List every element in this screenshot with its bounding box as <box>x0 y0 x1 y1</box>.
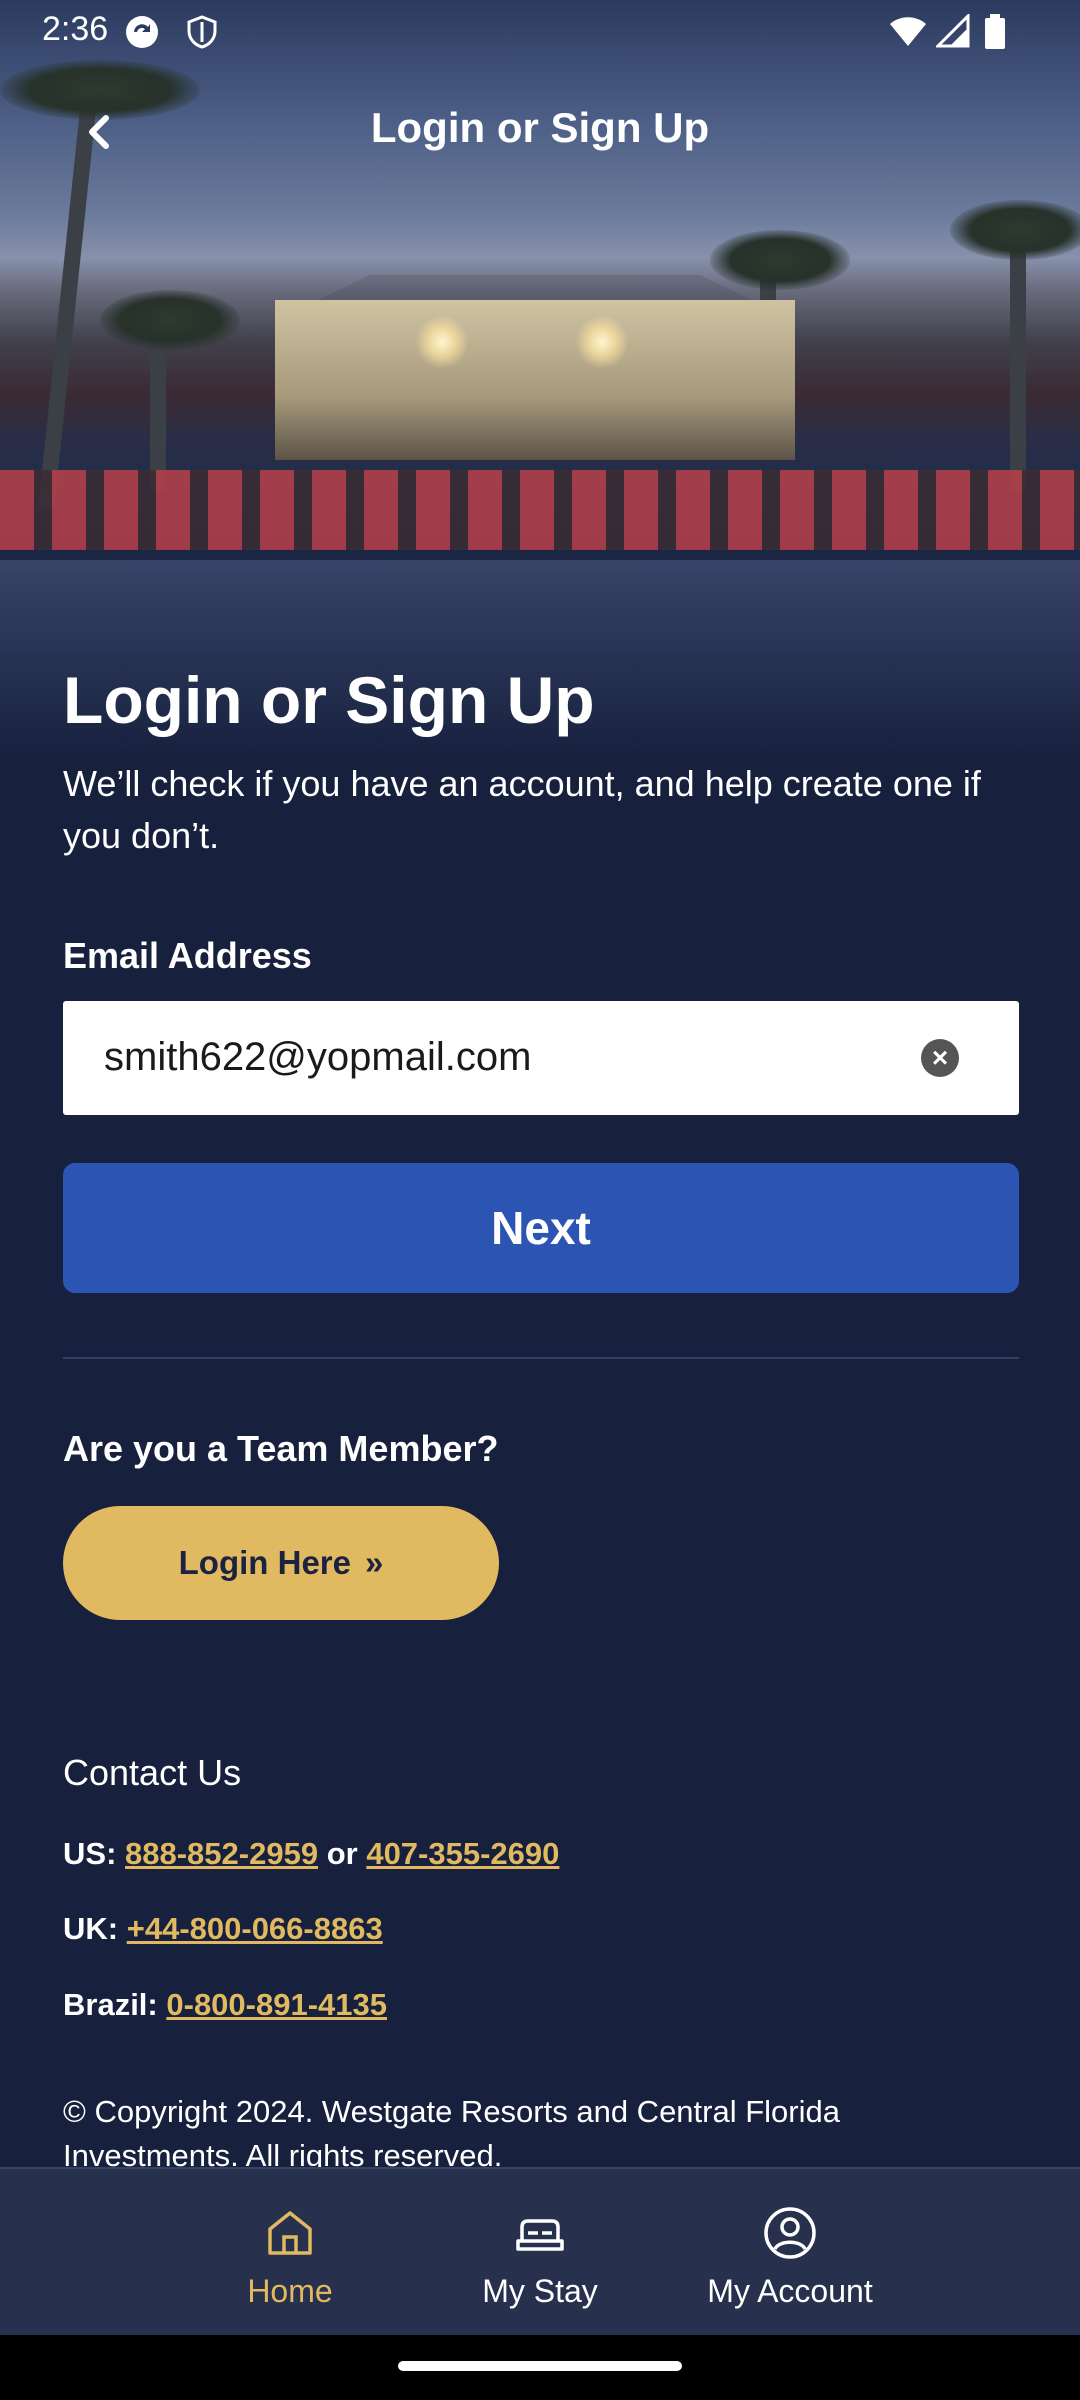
copyright-text: © Copyright 2024. Westgate Resorts and C… <box>63 2094 840 2173</box>
nav-label-my-account: My Account <box>707 2273 873 2309</box>
sync-app-icon <box>126 16 158 48</box>
page-subtitle: We’ll check if you have an account, and … <box>63 763 981 856</box>
brazil-prefix: Brazil: <box>63 1987 158 2022</box>
divider <box>63 1357 1019 1359</box>
bed-icon <box>516 2219 564 2251</box>
contact-us-heading: Contact Us <box>63 1752 242 1793</box>
brazil-phone-link[interactable]: 0-800-891-4135 <box>166 1987 387 2022</box>
uk-phone-link[interactable]: +44-800-066-8863 <box>127 1911 383 1946</box>
status-time: 2:36 <box>42 10 109 48</box>
nav-item-home[interactable]: Home <box>165 2169 415 2337</box>
status-bar: 2:36 <box>0 0 1080 62</box>
contact-us-line: US: 888-852-2959 or 407-355-2690 <box>63 1836 559 1872</box>
double-chevron-right-icon: » <box>365 1544 384 1581</box>
nav-label-home: Home <box>247 2273 333 2309</box>
bottom-navigation: Home My Stay My Account <box>0 2167 1080 2335</box>
next-button[interactable]: Next <box>63 1163 1019 1293</box>
clear-input-icon[interactable]: × <box>921 1039 959 1077</box>
uk-prefix: UK: <box>63 1911 119 1946</box>
us-phone-link-1[interactable]: 888-852-2959 <box>125 1836 318 1871</box>
us-prefix: US: <box>63 1836 117 1871</box>
nav-label-my-stay: My Stay <box>482 2273 598 2309</box>
team-login-button[interactable]: Login Here » <box>63 1506 499 1620</box>
contact-uk-line: UK: +44-800-066-8863 <box>63 1911 383 1947</box>
account-icon <box>764 2207 816 2259</box>
team-login-label: Login Here <box>178 1544 351 1581</box>
us-phone-link-2[interactable]: 407-355-2690 <box>366 1836 559 1871</box>
home-icon <box>268 2211 312 2255</box>
email-field[interactable]: smith622@yopmail.com × <box>63 1001 1019 1115</box>
nav-item-my-stay[interactable]: My Stay <box>415 2169 665 2337</box>
battery-icon <box>985 14 1005 49</box>
email-label: Email Address <box>63 935 312 976</box>
shield-icon <box>187 15 217 49</box>
system-gesture-bar <box>0 2335 1080 2400</box>
signal-icon <box>936 14 970 48</box>
home-gesture-handle[interactable] <box>398 2361 682 2371</box>
app-bar-title: Login or Sign Up <box>370 104 710 151</box>
nav-item-my-account[interactable]: My Account <box>665 2169 915 2337</box>
us-or: or <box>326 1836 358 1871</box>
contact-brazil-line: Brazil: 0-800-891-4135 <box>63 1987 387 2023</box>
wifi-icon <box>890 17 926 46</box>
page-title: Login or Sign Up <box>63 663 595 737</box>
team-member-question: Are you a Team Member? <box>63 1428 499 1469</box>
email-value[interactable]: smith622@yopmail.com <box>104 1035 531 1080</box>
